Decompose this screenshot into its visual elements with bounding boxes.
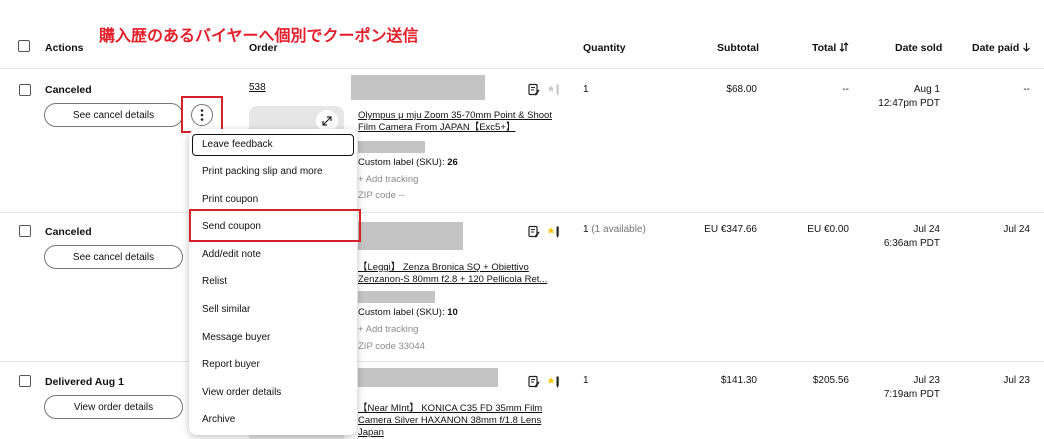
order-status: Canceled bbox=[45, 84, 92, 96]
buyer-placeholder bbox=[358, 291, 435, 303]
order-status: Delivered Aug 1 bbox=[45, 376, 124, 388]
star-pen-icon[interactable] bbox=[547, 225, 561, 242]
date-sold-date: Jul 24 bbox=[913, 224, 940, 235]
note-edit-icon[interactable] bbox=[527, 225, 541, 242]
row-checkbox[interactable] bbox=[19, 84, 31, 96]
item-image-placeholder bbox=[351, 75, 485, 100]
date-sold-date: Aug 1 bbox=[913, 84, 940, 95]
subtotal-value: EU €347.66 bbox=[704, 224, 757, 235]
item-image-placeholder bbox=[358, 368, 498, 387]
sku-label: Custom label (SKU): bbox=[358, 157, 445, 168]
note-edit-icon[interactable] bbox=[527, 375, 541, 392]
item-title-line1[interactable]: Olympus μ mju Zoom 35-70mm Point & Shoot bbox=[358, 110, 552, 122]
header-date-sold[interactable]: Date sold bbox=[895, 42, 942, 54]
date-paid-value: -- bbox=[1023, 84, 1030, 95]
date-sold-time: 12:47pm PDT bbox=[878, 98, 940, 109]
sku-info: Custom label (SKU): 10 bbox=[358, 307, 458, 318]
star-pen-icon[interactable] bbox=[547, 83, 561, 100]
item-title-line2[interactable]: Camera Silver HAXANON 38mm f/1.8 Lens bbox=[358, 415, 541, 427]
item-title-line3[interactable]: Japan bbox=[358, 427, 384, 439]
order-status: Canceled bbox=[45, 226, 92, 238]
quantity-available: (1 available) bbox=[591, 224, 646, 235]
select-all-checkbox[interactable] bbox=[18, 40, 30, 52]
zip-code: ZIP code 33044 bbox=[358, 341, 425, 352]
menu-item-sell-similar[interactable]: Sell similar bbox=[202, 304, 250, 315]
view-order-details-button[interactable]: View order details bbox=[44, 395, 183, 419]
sku-info: Custom label (SKU): 26 bbox=[358, 157, 458, 168]
date-sold-date: Jul 23 bbox=[913, 375, 940, 386]
date-paid-value: Jul 23 bbox=[1003, 375, 1030, 386]
note-edit-icon[interactable] bbox=[527, 83, 541, 100]
arrow-down-icon bbox=[1022, 42, 1031, 54]
menu-item-report-buyer[interactable]: Report buyer bbox=[202, 359, 260, 370]
menu-item-leave-feedback[interactable]: Leave feedback bbox=[202, 139, 273, 150]
row-checkbox[interactable] bbox=[19, 375, 31, 387]
menu-item-view-order-details[interactable]: View order details bbox=[202, 387, 281, 398]
buyer-placeholder bbox=[358, 141, 425, 153]
item-title-line2[interactable]: Film Camera From JAPAN【Exc5+】 bbox=[358, 122, 515, 134]
star-pen-icon[interactable] bbox=[547, 375, 561, 392]
total-value: $205.56 bbox=[812, 375, 849, 386]
date-sold-time: 7:19am PDT bbox=[883, 389, 940, 400]
menu-item-add-edit-note[interactable]: Add/edit note bbox=[202, 249, 261, 260]
see-cancel-details-button[interactable]: See cancel details bbox=[44, 103, 183, 127]
highlight-send-coupon bbox=[189, 209, 361, 242]
add-tracking-link[interactable]: + Add tracking bbox=[358, 174, 418, 185]
header-total[interactable]: Total bbox=[812, 42, 849, 54]
row-divider bbox=[0, 361, 1044, 362]
item-title-line1[interactable]: 【Leggi】 Zenza Bronica SQ + Obiettivo bbox=[358, 262, 529, 274]
header-date-paid[interactable]: Date paid bbox=[972, 42, 1031, 54]
date-paid-value: Jul 24 bbox=[1003, 224, 1030, 235]
menu-item-relist[interactable]: Relist bbox=[202, 276, 227, 287]
sku-value: 10 bbox=[447, 307, 458, 318]
subtotal-value: $68.00 bbox=[726, 84, 757, 95]
header-subtotal: Subtotal bbox=[717, 42, 759, 54]
header-divider bbox=[0, 68, 1044, 69]
header-date-paid-label: Date paid bbox=[972, 42, 1020, 54]
total-value: -- bbox=[842, 84, 849, 95]
actions-menu: Leave feedback Print packing slip and mo… bbox=[189, 129, 357, 435]
item-title-line2[interactable]: Zenzanon-S 80mm f2.8 + 120 Pellicola Ret… bbox=[358, 274, 547, 286]
header-order: Order bbox=[249, 42, 278, 54]
row-divider bbox=[0, 212, 1044, 213]
item-image-placeholder bbox=[358, 222, 463, 250]
quantity-cell: 1 (1 available) bbox=[583, 224, 646, 235]
highlight-more-button bbox=[181, 96, 223, 133]
date-sold-time: 6:36am PDT bbox=[883, 238, 940, 249]
menu-item-print-packing-slip[interactable]: Print packing slip and more bbox=[202, 166, 323, 177]
header-total-label: Total bbox=[812, 42, 837, 54]
header-actions: Actions bbox=[45, 42, 84, 54]
add-tracking-link[interactable]: + Add tracking bbox=[358, 324, 418, 335]
see-cancel-details-button[interactable]: See cancel details bbox=[44, 245, 183, 269]
menu-item-print-coupon[interactable]: Print coupon bbox=[202, 194, 258, 205]
header-quantity: Quantity bbox=[583, 42, 626, 54]
sort-arrows-icon bbox=[839, 42, 849, 54]
quantity-value: 1 bbox=[583, 224, 589, 235]
quantity-value: 1 bbox=[583, 84, 589, 95]
menu-item-message-buyer[interactable]: Message buyer bbox=[202, 332, 270, 343]
zip-code: ZIP code -- bbox=[358, 190, 405, 201]
item-title-line1[interactable]: 【Near MInt】 KONICA C35 FD 35mm Film bbox=[358, 403, 542, 415]
total-value: EU €0.00 bbox=[807, 224, 849, 235]
quantity-value: 1 bbox=[583, 375, 589, 386]
row-checkbox[interactable] bbox=[19, 225, 31, 237]
sku-value: 26 bbox=[447, 157, 458, 168]
menu-item-archive[interactable]: Archive bbox=[202, 414, 235, 425]
order-number-link[interactable]: 538 bbox=[249, 82, 266, 93]
subtotal-value: $141.30 bbox=[720, 375, 757, 386]
sku-label: Custom label (SKU): bbox=[358, 307, 445, 318]
